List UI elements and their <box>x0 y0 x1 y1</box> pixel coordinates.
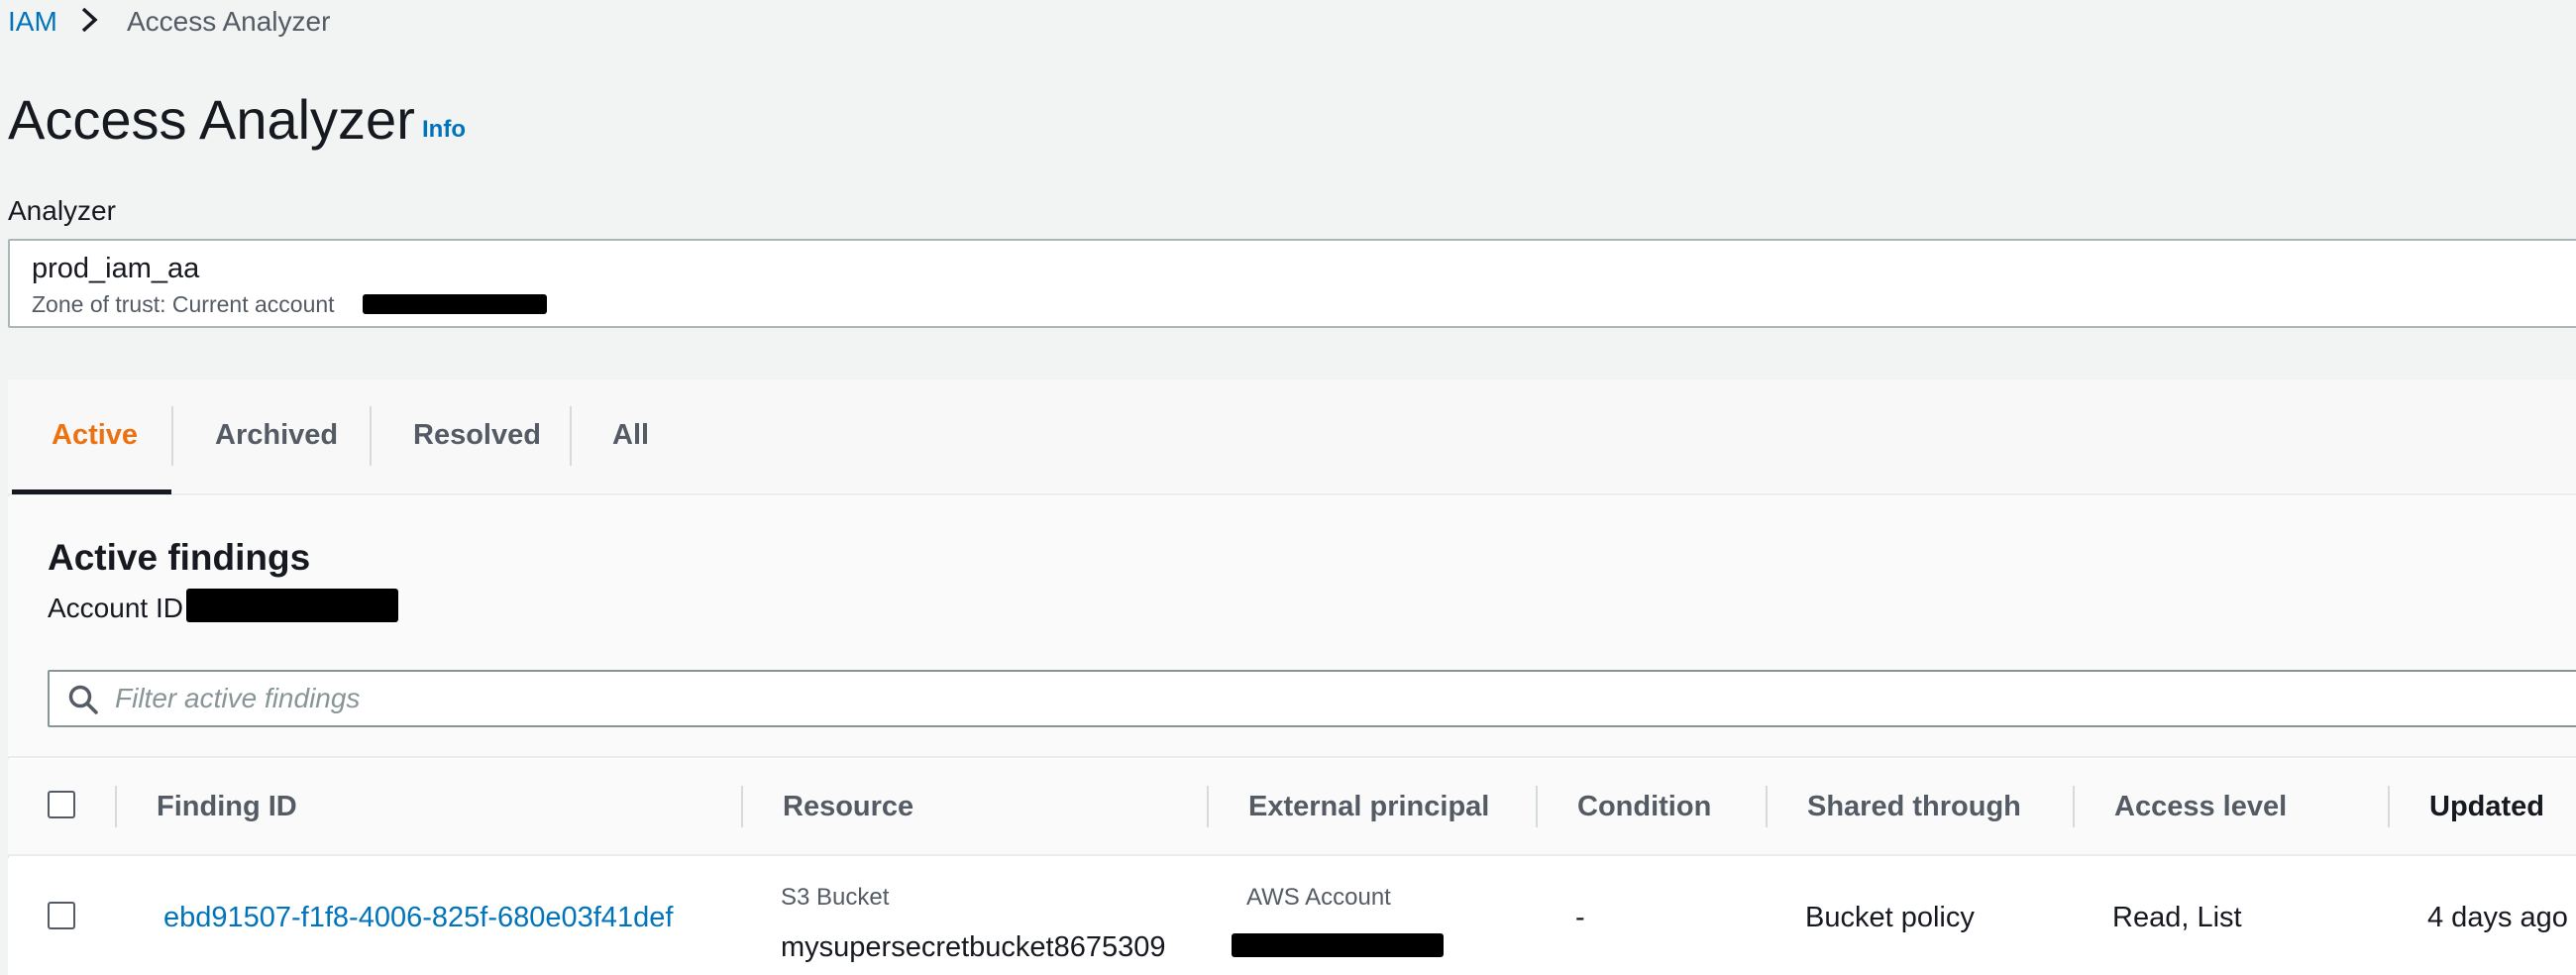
resource-type: S3 Bucket <box>781 884 890 911</box>
updated-value: 4 days ago <box>2427 902 2568 933</box>
findings-title: Active findings <box>48 537 311 578</box>
shared-through-value: Bucket policy <box>1805 902 1975 933</box>
column-divider <box>2388 786 2390 827</box>
tab-divider <box>570 406 572 466</box>
search-icon <box>68 685 98 714</box>
analyzer-zone-of-trust: Zone of trust: Current account <box>32 291 335 317</box>
access-level-value: Read, List <box>2112 902 2242 933</box>
tab-all[interactable]: All <box>612 404 649 466</box>
analyzer-name: prod_iam_aa <box>32 253 200 284</box>
condition-value: - <box>1575 902 1585 933</box>
resource-name: mysupersecretbucket8675309 <box>781 931 1166 963</box>
principal-type: AWS Account <box>1246 884 1391 911</box>
column-divider <box>741 786 743 827</box>
tabs-bar <box>8 379 2576 495</box>
active-tab-indicator <box>12 489 171 494</box>
page-title: Access Analyzer <box>8 88 415 151</box>
redacted-account-id <box>363 294 547 314</box>
column-header-updated[interactable]: Updated <box>2429 789 2544 824</box>
chevron-right-icon <box>81 7 98 33</box>
breadcrumb-iam-link[interactable]: IAM <box>8 2 57 42</box>
select-all-checkbox[interactable] <box>48 791 75 818</box>
analyzer-select[interactable]: prod_iam_aa Zone of trust: Current accou… <box>8 239 2576 328</box>
redacted-account-id <box>186 589 398 622</box>
column-divider <box>1207 786 1209 827</box>
tab-archived[interactable]: Archived <box>215 404 338 466</box>
account-id-label: Account ID <box>48 593 183 623</box>
tab-resolved[interactable]: Resolved <box>413 404 541 466</box>
tab-divider <box>370 406 372 466</box>
filter-findings-box[interactable] <box>48 670 2576 727</box>
column-header-condition[interactable]: Condition <box>1577 789 1711 824</box>
column-divider <box>1766 786 1768 827</box>
column-header-access-level[interactable]: Access level <box>2114 789 2287 824</box>
column-header-external-principal[interactable]: External principal <box>1248 789 1489 824</box>
column-divider <box>1536 786 1538 827</box>
breadcrumb-current: Access Analyzer <box>127 6 331 37</box>
info-link[interactable]: Info <box>422 115 466 145</box>
redacted-principal-id <box>1232 933 1444 957</box>
analyzer-label: Analyzer <box>8 195 116 226</box>
column-header-resource[interactable]: Resource <box>783 789 913 824</box>
column-header-finding-id[interactable]: Finding ID <box>157 789 297 824</box>
tab-divider <box>171 406 173 466</box>
tab-active[interactable]: Active <box>52 404 138 466</box>
finding-id-link[interactable]: ebd91507-f1f8-4006-825f-680e03f41def <box>163 900 673 935</box>
row-select-checkbox[interactable] <box>48 902 75 929</box>
column-header-shared-through[interactable]: Shared through <box>1807 789 2021 824</box>
filter-findings-input[interactable] <box>115 672 2493 725</box>
column-divider <box>115 786 117 827</box>
column-divider <box>2073 786 2075 827</box>
